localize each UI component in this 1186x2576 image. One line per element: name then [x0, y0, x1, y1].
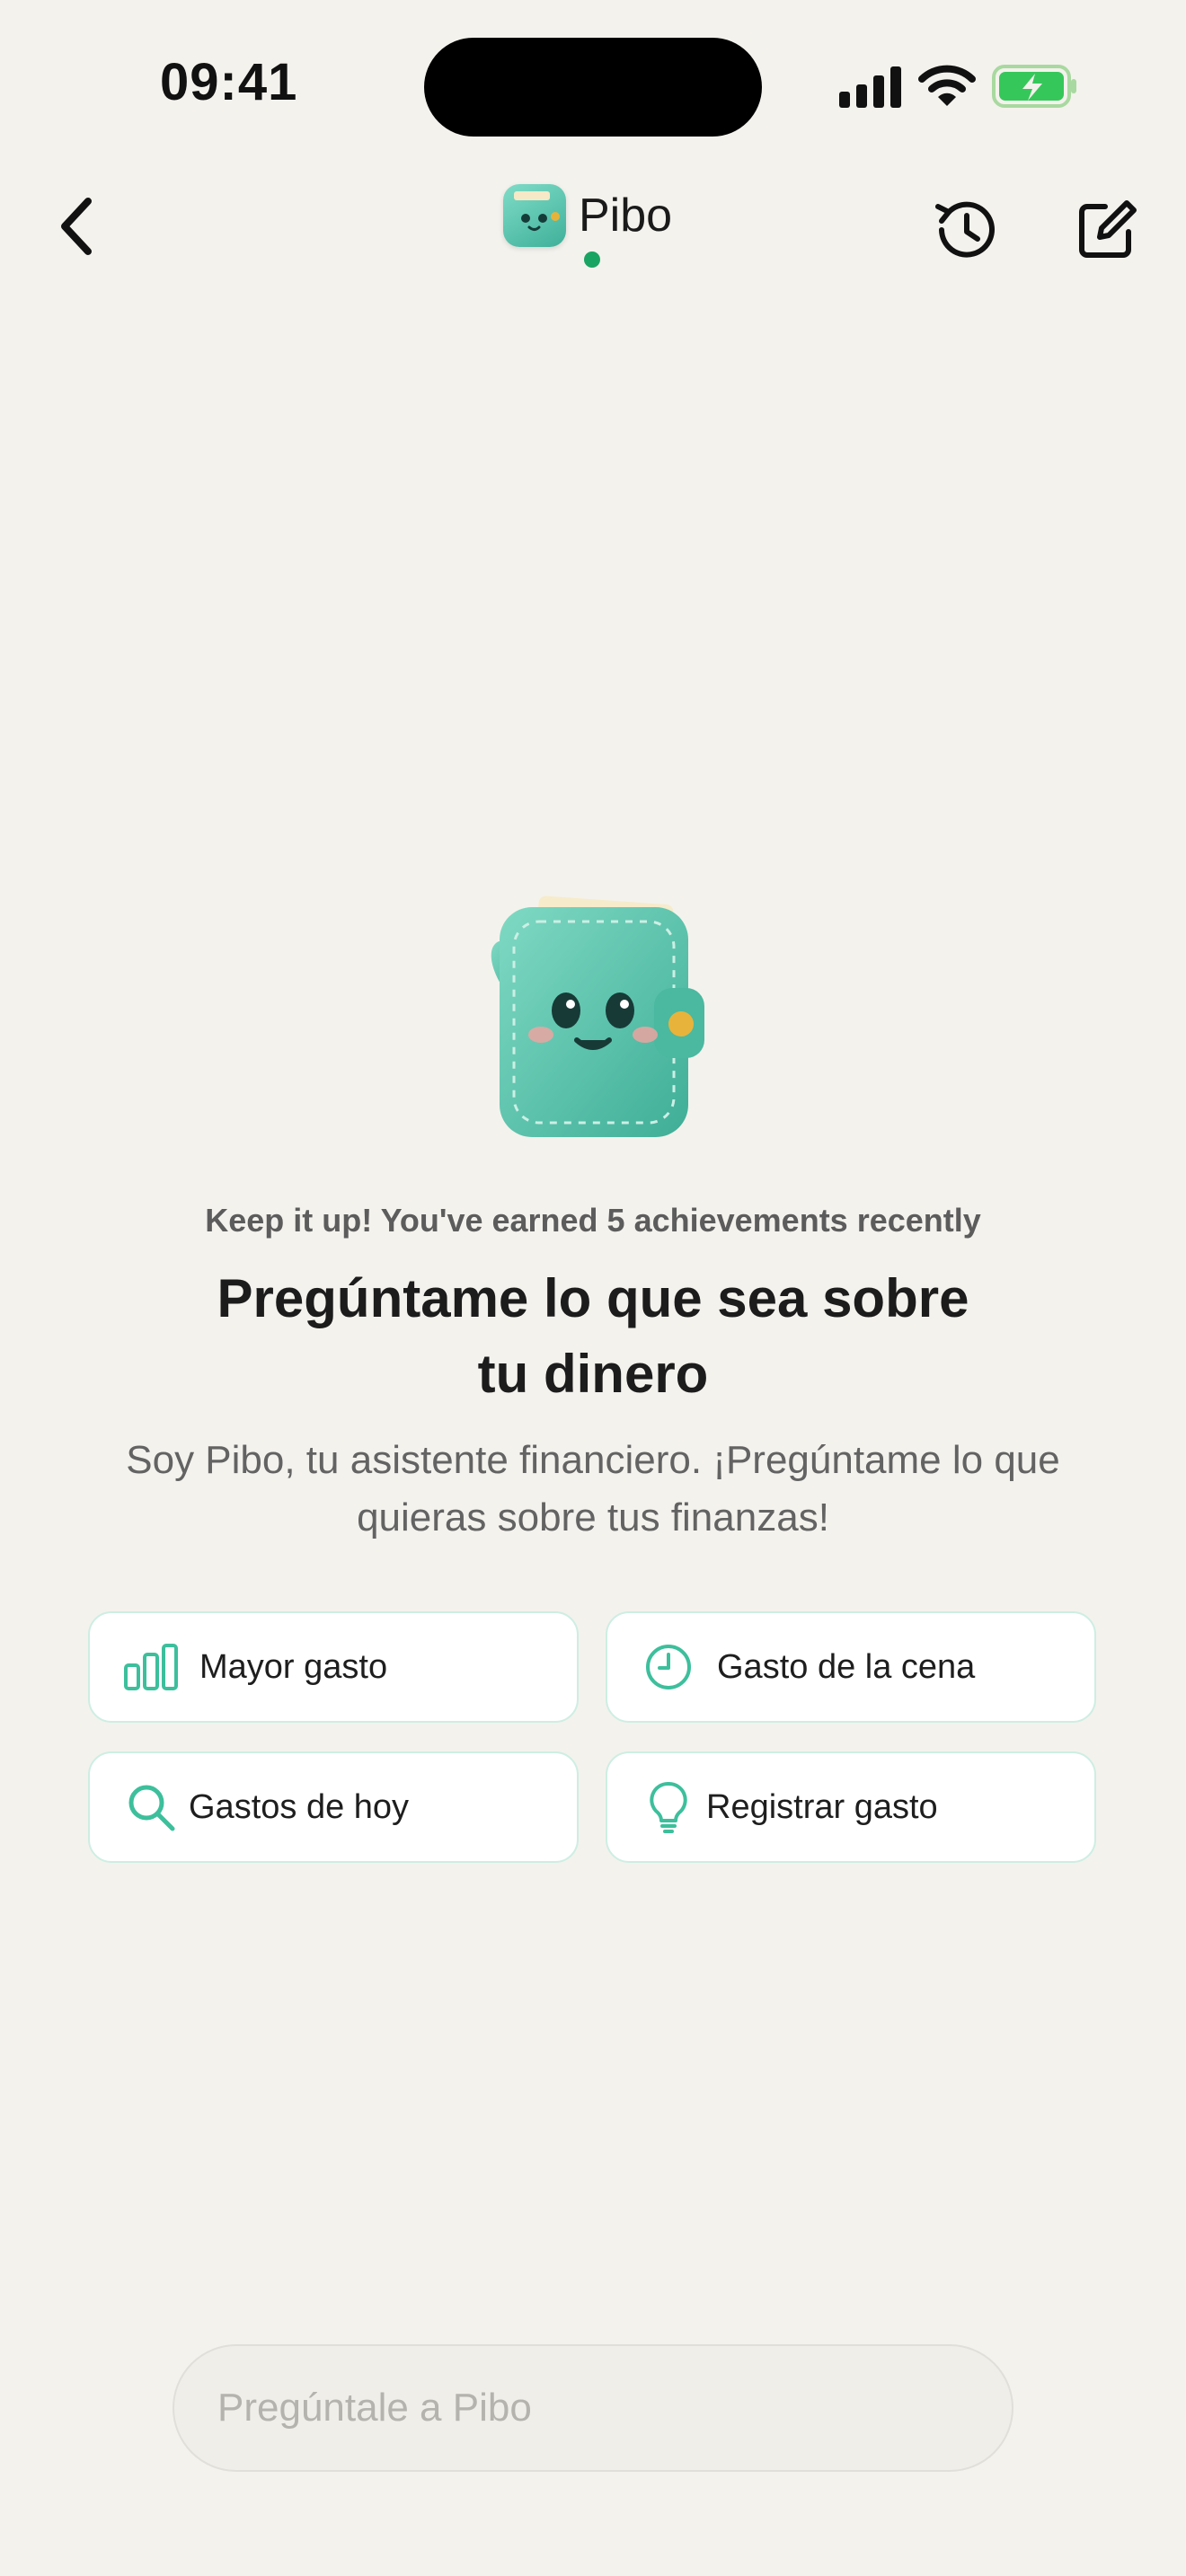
- ask-pibo-input[interactable]: [173, 2344, 1013, 2472]
- suggestion-chip-registrar-gasto[interactable]: Registrar gasto: [606, 1751, 1096, 1863]
- online-status-dot: [584, 251, 600, 268]
- suggestion-label: Registrar gasto: [706, 1787, 938, 1826]
- suggestion-chip-gasto-cena[interactable]: Gasto de la cena: [606, 1611, 1096, 1723]
- suggestion-label: Gasto de la cena: [717, 1647, 976, 1686]
- search-icon: [128, 1785, 175, 1831]
- pibo-avatar-icon: [503, 184, 566, 247]
- page-title-line-1: Pregúntame lo que sea sobre: [217, 1268, 969, 1328]
- dynamic-island: [424, 38, 762, 137]
- wifi-icon: [918, 65, 976, 106]
- achievement-banner: Keep it up! You've earned 5 achievements…: [205, 1202, 981, 1239]
- chevron-left-icon[interactable]: [54, 194, 101, 259]
- page-subtitle: Soy Pibo, tu asistente financiero. ¡Preg…: [81, 1432, 1105, 1547]
- suggestion-chip-mayor-gasto[interactable]: Mayor gasto: [88, 1611, 579, 1723]
- suggestion-chip-gastos-hoy[interactable]: Gastos de hoy: [88, 1751, 579, 1863]
- bar-chart-icon: [124, 1644, 178, 1690]
- assistant-header: Pibo: [503, 180, 672, 251]
- history-icon[interactable]: [929, 194, 1001, 266]
- page-subtitle-line-2: quieras sobre tus finanzas!: [357, 1495, 829, 1539]
- clock-icon: [646, 1645, 691, 1689]
- cellular-signal-icon: [839, 66, 901, 108]
- suggestion-label: Gastos de hoy: [189, 1787, 410, 1826]
- battery-charging-icon: [992, 65, 1076, 108]
- suggestion-label: Mayor gasto: [199, 1647, 388, 1686]
- page-title: Pregúntame lo que sea sobre tu dinero: [144, 1261, 1042, 1412]
- assistant-name: Pibo: [579, 190, 673, 242]
- page-subtitle-line-1: Soy Pibo, tu asistente financiero. ¡Preg…: [126, 1438, 1060, 1482]
- page-title-line-2: tu dinero: [477, 1344, 709, 1404]
- lightbulb-icon: [650, 1781, 687, 1833]
- status-time: 09:41: [160, 53, 298, 111]
- compose-icon[interactable]: [1073, 196, 1141, 264]
- pibo-wallet-mascot: [449, 871, 737, 1159]
